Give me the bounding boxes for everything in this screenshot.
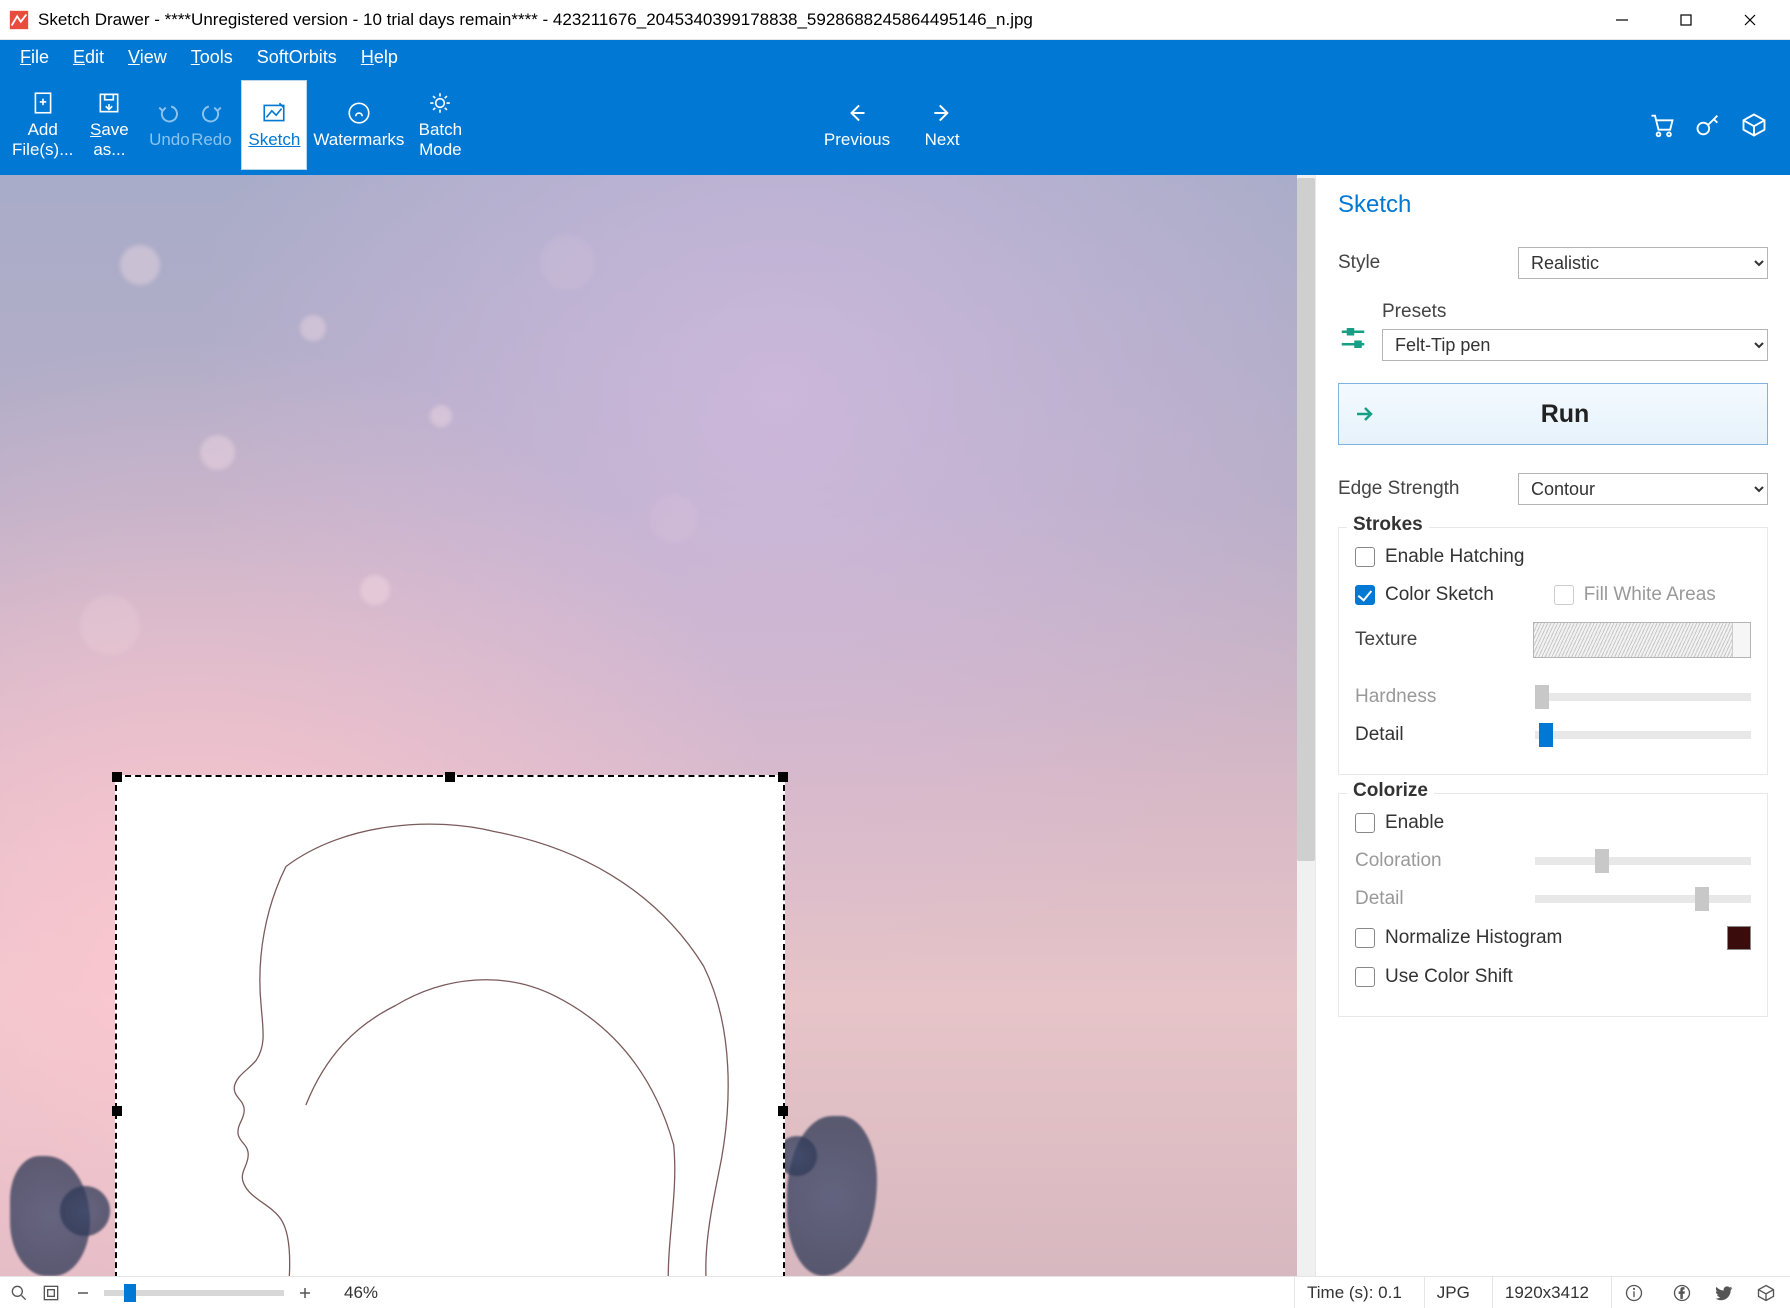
zoom-slider[interactable] xyxy=(104,1290,284,1296)
coloration-slider[interactable] xyxy=(1535,857,1751,865)
style-label: Style xyxy=(1338,252,1506,274)
presets-label: Presets xyxy=(1382,301,1768,323)
run-button[interactable]: Run xyxy=(1338,383,1768,445)
enable-hatching-label: Enable Hatching xyxy=(1385,546,1524,568)
color-shift-label: Use Color Shift xyxy=(1385,966,1513,988)
menubar: File Edit View Tools SoftOrbits Help xyxy=(0,40,1790,75)
next-label: Next xyxy=(925,130,960,150)
save-as-label: Saveas... xyxy=(90,120,129,159)
resize-handle[interactable] xyxy=(112,1106,122,1116)
strokes-detail-slider[interactable] xyxy=(1535,731,1751,739)
facebook-icon[interactable] xyxy=(1672,1283,1692,1303)
redo-label: Redo xyxy=(191,130,232,150)
status-format: JPG xyxy=(1424,1277,1482,1308)
sliders-icon xyxy=(1338,323,1368,353)
selection-box[interactable] xyxy=(115,775,785,1276)
next-button[interactable]: Next xyxy=(912,80,972,170)
zoom-value: 46% xyxy=(344,1283,378,1303)
colorize-detail-slider[interactable] xyxy=(1535,895,1751,903)
statusbar: 46% Time (s): 0.1 JPG 1920x3412 xyxy=(0,1276,1790,1308)
menu-edit[interactable]: Edit xyxy=(63,43,114,72)
menu-softorbits[interactable]: SoftOrbits xyxy=(247,43,347,72)
titlebar: Sketch Drawer - ****Unregistered version… xyxy=(0,0,1790,40)
resize-handle[interactable] xyxy=(778,772,788,782)
style-select[interactable]: Realistic xyxy=(1518,247,1768,279)
texture-select[interactable] xyxy=(1533,622,1751,658)
hardness-slider[interactable] xyxy=(1535,693,1751,701)
hardness-label: Hardness xyxy=(1355,686,1523,708)
menu-file[interactable]: File xyxy=(10,43,59,72)
edge-strength-select[interactable]: Contour xyxy=(1518,473,1768,505)
sketch-button[interactable]: Sketch xyxy=(241,80,307,170)
menu-tools[interactable]: Tools xyxy=(181,43,243,72)
vertical-scrollbar[interactable] xyxy=(1297,175,1315,1276)
texture-label: Texture xyxy=(1355,629,1521,651)
colorize-detail-label: Detail xyxy=(1355,888,1523,910)
resize-handle[interactable] xyxy=(112,772,122,782)
side-panel: Sketch Style Realistic Presets Felt-Tip … xyxy=(1315,175,1790,1276)
menu-view[interactable]: View xyxy=(118,43,177,72)
menu-help[interactable]: Help xyxy=(351,43,408,72)
zoom-slider-thumb[interactable] xyxy=(124,1284,136,1302)
package-icon[interactable] xyxy=(1740,111,1768,139)
fill-white-checkbox xyxy=(1554,585,1574,605)
presets-select[interactable]: Felt-Tip pen xyxy=(1382,329,1768,361)
box-icon[interactable] xyxy=(1756,1283,1776,1303)
strokes-detail-label: Detail xyxy=(1355,724,1523,746)
coloration-label: Coloration xyxy=(1355,850,1523,872)
previous-button[interactable]: Previous xyxy=(818,80,896,170)
close-button[interactable] xyxy=(1718,0,1782,39)
color-sketch-label: Color Sketch xyxy=(1385,584,1494,606)
scrollbar-thumb[interactable] xyxy=(1297,178,1315,861)
color-sketch-checkbox[interactable] xyxy=(1355,585,1375,605)
add-files-label: AddFile(s)... xyxy=(12,120,73,159)
canvas[interactable] xyxy=(0,175,1297,1276)
key-icon[interactable] xyxy=(1694,111,1722,139)
color-swatch[interactable] xyxy=(1727,926,1751,950)
colorize-enable-label: Enable xyxy=(1385,812,1444,834)
watermarks-button[interactable]: Watermarks xyxy=(307,80,410,170)
window-title: Sketch Drawer - ****Unregistered version… xyxy=(38,10,1590,30)
edge-strength-label: Edge Strength xyxy=(1338,478,1506,500)
strokes-group: Strokes Enable Hatching Color Sketch Fil… xyxy=(1338,527,1768,775)
status-time: Time (s): 0.1 xyxy=(1294,1277,1414,1308)
fill-white-label: Fill White Areas xyxy=(1584,584,1716,606)
save-as-button[interactable]: Saveas... xyxy=(79,80,139,170)
sketch-label: Sketch xyxy=(248,130,300,150)
app-icon xyxy=(8,9,30,31)
batch-mode-label: BatchMode xyxy=(419,120,462,159)
zoom-in-button[interactable] xyxy=(294,1282,316,1304)
colorize-enable-checkbox[interactable] xyxy=(1355,813,1375,833)
status-dimensions: 1920x3412 xyxy=(1492,1277,1601,1308)
minimize-button[interactable] xyxy=(1590,0,1654,39)
add-files-button[interactable]: AddFile(s)... xyxy=(6,80,79,170)
cart-icon[interactable] xyxy=(1648,111,1676,139)
enable-hatching-checkbox[interactable] xyxy=(1355,547,1375,567)
colorize-group: Colorize Enable Coloration Detail Normal… xyxy=(1338,793,1768,1017)
colorize-title: Colorize xyxy=(1347,780,1434,802)
run-label: Run xyxy=(1363,400,1767,429)
ribbon: AddFile(s)... Saveas... Undo Redo Sketch… xyxy=(0,75,1790,175)
twitter-icon[interactable] xyxy=(1714,1283,1734,1303)
previous-label: Previous xyxy=(824,130,890,150)
resize-handle[interactable] xyxy=(778,1106,788,1116)
batch-mode-button[interactable]: BatchMode xyxy=(410,80,470,170)
fit-screen-icon[interactable] xyxy=(40,1282,62,1304)
redo-button: Redo xyxy=(181,80,241,170)
normalize-histogram-label: Normalize Histogram xyxy=(1385,927,1562,949)
resize-handle[interactable] xyxy=(445,772,455,782)
info-icon[interactable] xyxy=(1624,1283,1644,1303)
strokes-title: Strokes xyxy=(1347,514,1429,536)
panel-title: Sketch xyxy=(1338,191,1768,219)
maximize-button[interactable] xyxy=(1654,0,1718,39)
zoom-out-button[interactable] xyxy=(72,1282,94,1304)
sketch-preview xyxy=(117,777,783,1276)
color-shift-checkbox[interactable] xyxy=(1355,967,1375,987)
watermarks-label: Watermarks xyxy=(313,130,404,150)
normalize-histogram-checkbox[interactable] xyxy=(1355,928,1375,948)
zoom-tool-icon[interactable] xyxy=(8,1282,30,1304)
